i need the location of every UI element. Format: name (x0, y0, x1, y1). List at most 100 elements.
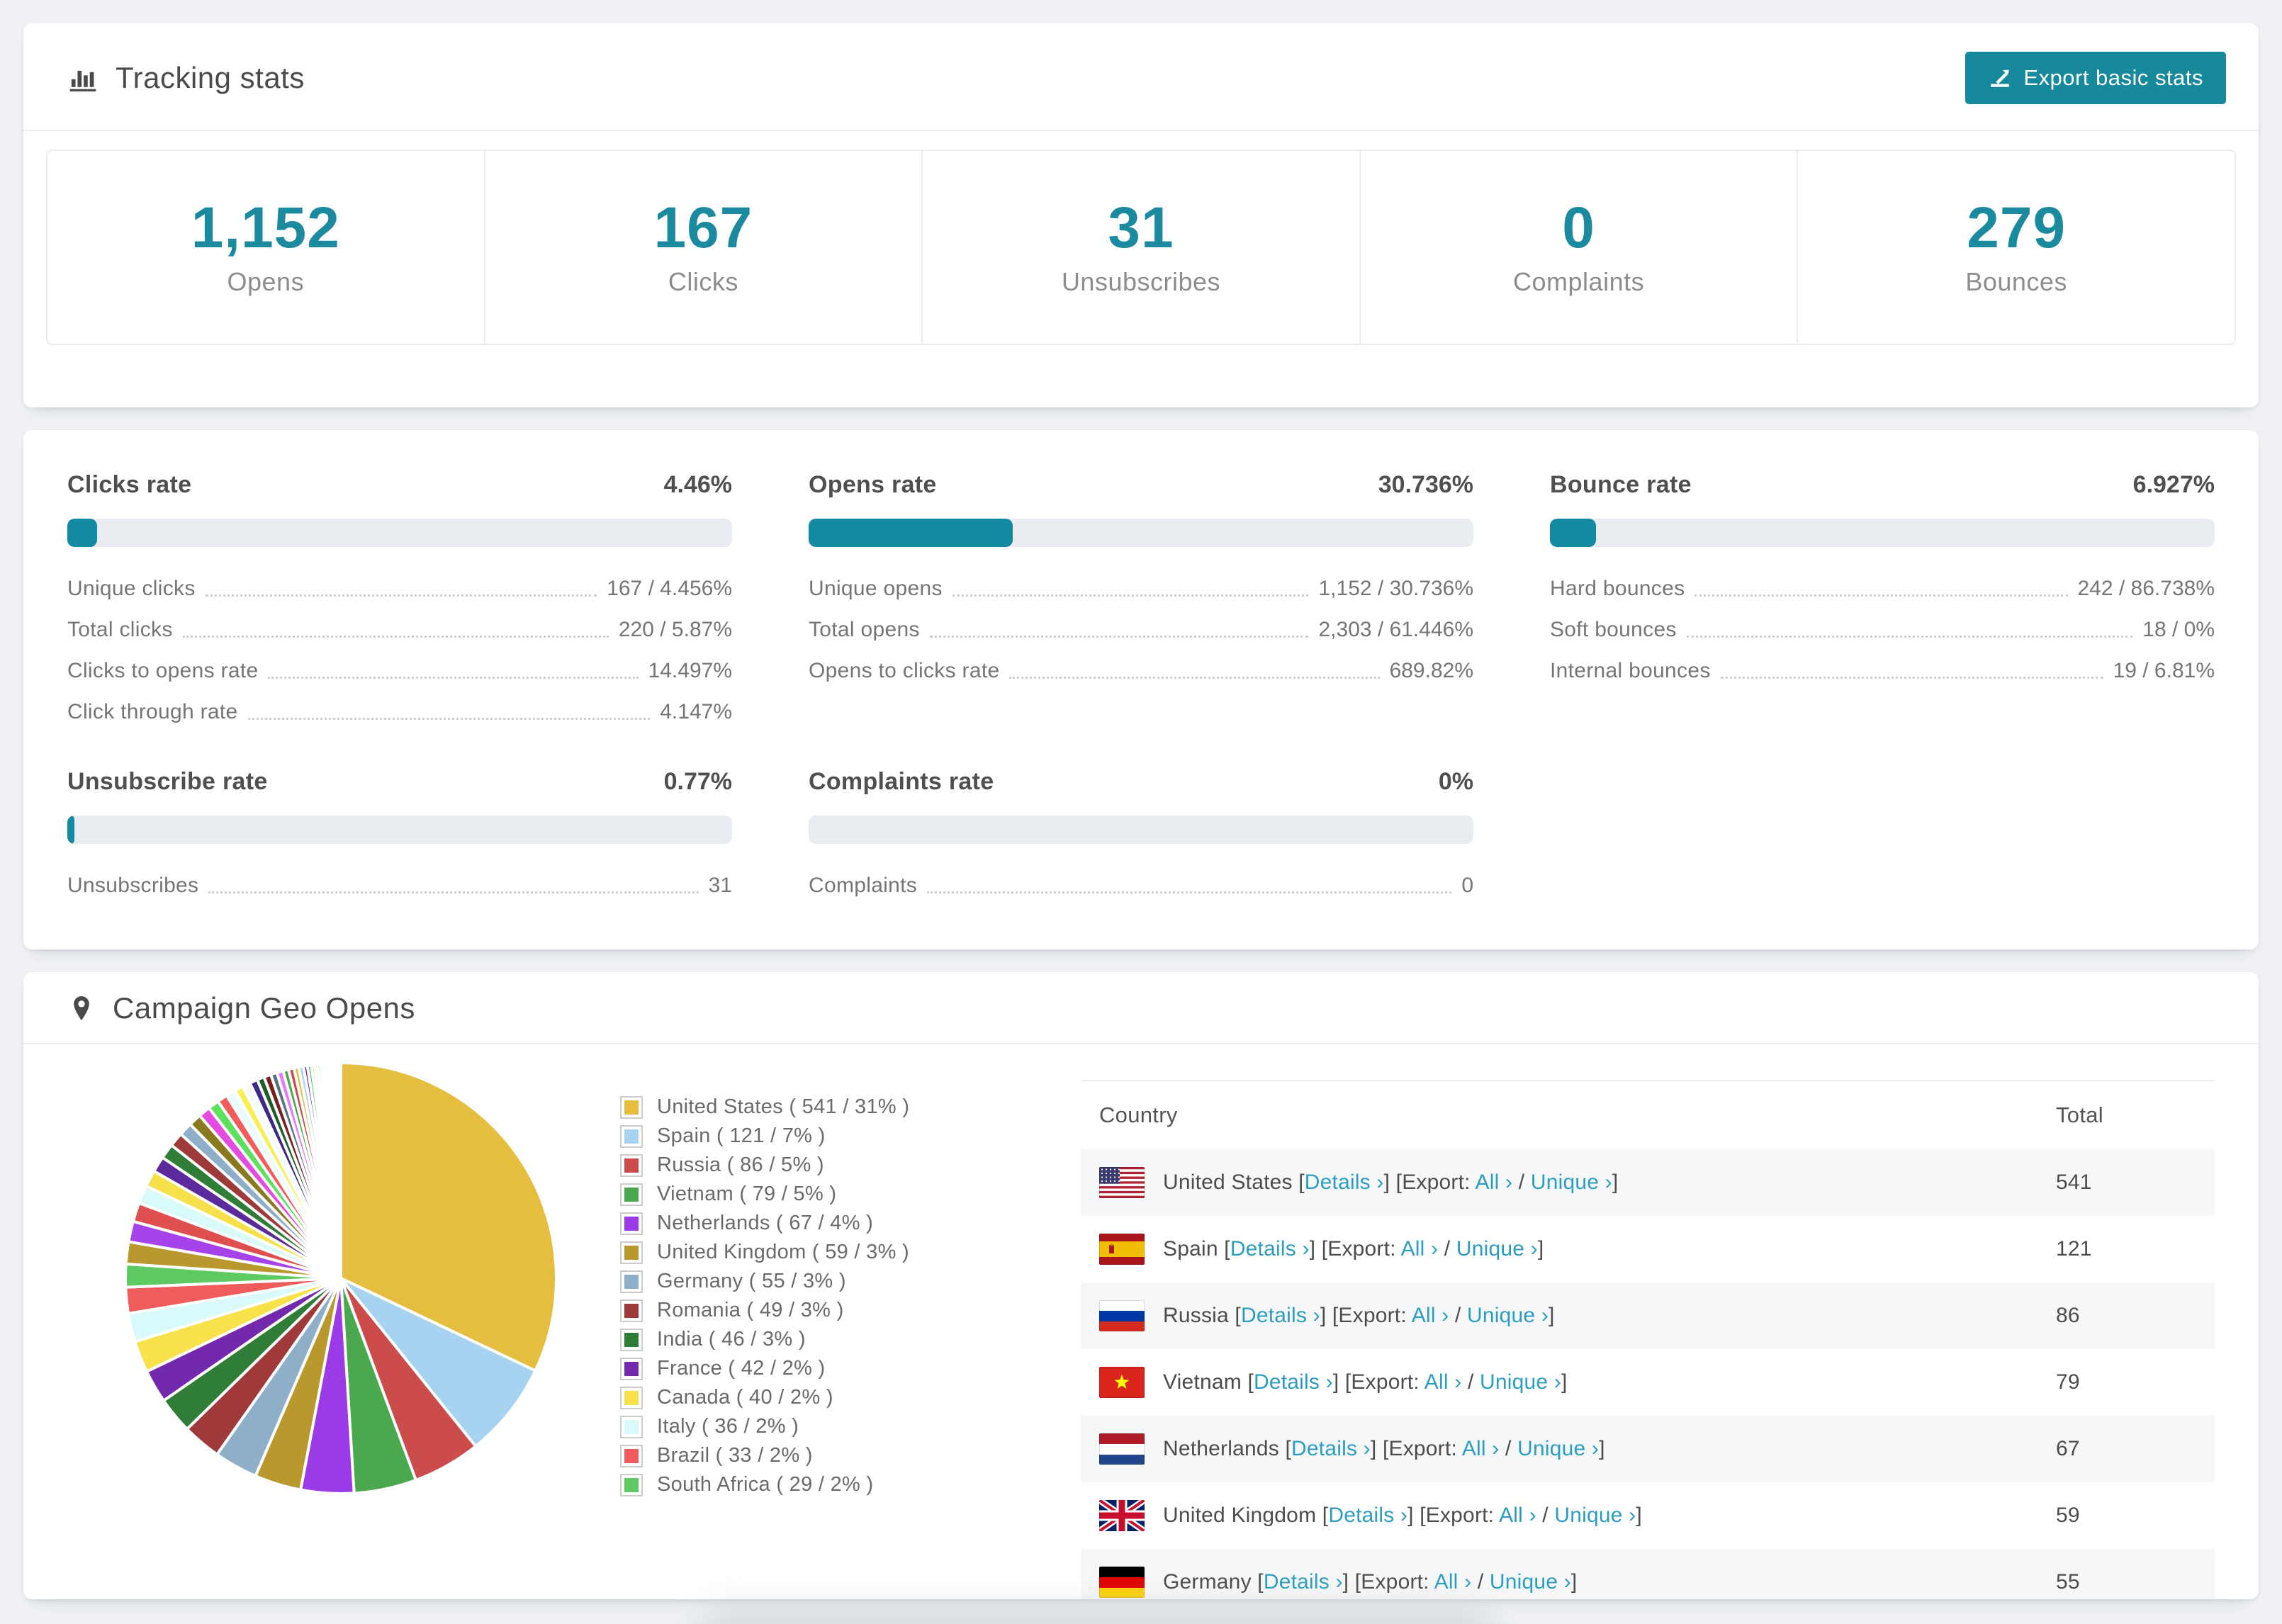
legend-swatch (620, 1357, 643, 1380)
column-header-total: Total (2056, 1103, 2103, 1127)
geo-pie-chart (67, 1051, 620, 1505)
rate-row-value: 0 (1461, 874, 1473, 897)
dotted-leader (952, 594, 1309, 597)
bar-chart-icon (67, 62, 99, 94)
clicks-rate-value: 4.46% (663, 471, 732, 498)
flag-vn (1099, 1367, 1145, 1398)
rate-row-label: Unsubscribes (67, 874, 199, 897)
country-links: United States [Details ›] [Export: All ›… (1163, 1171, 1619, 1194)
stat-label: Clicks (668, 267, 738, 296)
export-all-link[interactable]: All › (1424, 1370, 1462, 1394)
export-basic-stats-button[interactable]: Export basic stats (1965, 52, 2226, 104)
rate-row-label: Click through rate (67, 700, 238, 723)
dotted-leader (205, 594, 597, 597)
country-links: Vietnam [Details ›] [Export: All › / Uni… (1163, 1370, 1568, 1394)
legend-swatch (620, 1124, 643, 1148)
flag-nl (1099, 1433, 1145, 1465)
details-link[interactable]: Details › (1264, 1570, 1343, 1594)
legend-label: United Kingdom ( 59 / 3% ) (657, 1241, 909, 1263)
export-unique-link[interactable]: Unique › (1517, 1437, 1599, 1460)
legend-item: United States ( 541 / 31% ) (620, 1093, 1081, 1122)
dotted-leader (208, 891, 699, 893)
bounce-rate-block: Bounce rate 6.927% Hard bounces 242 / 86… (1550, 471, 2215, 741)
legend-item: South Africa ( 29 / 2% ) (620, 1470, 1081, 1499)
stat-box-clicks: 167 Clicks (483, 151, 922, 344)
country-total: 86 (2056, 1304, 2080, 1327)
opens-rate-block: Opens rate 30.736% Unique opens 1,152 / … (809, 471, 1473, 741)
export-unique-link[interactable]: Unique › (1480, 1370, 1561, 1394)
export-button-label: Export basic stats (2023, 65, 2203, 90)
dotted-leader (1720, 677, 2103, 679)
rate-detail-row: Soft bounces 18 / 0% (1550, 618, 2215, 645)
export-unique-link[interactable]: Unique › (1456, 1237, 1538, 1261)
country-total: 59 (2056, 1504, 2080, 1527)
export-unique-link[interactable]: Unique › (1531, 1171, 1612, 1194)
legend-item: Canada ( 40 / 2% ) (620, 1383, 1081, 1412)
country-cell: United Kingdom [Details ›] [Export: All … (1099, 1500, 2038, 1531)
legend-label: United States ( 541 / 31% ) (657, 1095, 910, 1118)
rate-row-value: 19 / 6.81% (2113, 659, 2215, 682)
legend-swatch (620, 1183, 643, 1206)
rate-detail-row: Internal bounces 19 / 6.81% (1550, 659, 2215, 686)
legend-swatch (620, 1299, 643, 1322)
complaints-rate-value: 0% (1438, 768, 1473, 795)
details-link[interactable]: Details › (1230, 1237, 1310, 1261)
rate-row-value: 689.82% (1389, 659, 1473, 682)
clicks-rate-block: Clicks rate 4.46% Unique clicks 167 / 4.… (67, 471, 732, 741)
clicks-rate-title: Clicks rate (67, 471, 192, 498)
stat-value: 279 (1967, 196, 2067, 260)
rate-row-value: 2,303 / 61.446% (1318, 618, 1473, 641)
rate-detail-row: Unsubscribes 31 (67, 874, 732, 901)
country-cell: United States [Details ›] [Export: All ›… (1099, 1167, 2038, 1198)
dotted-leader (929, 636, 1309, 638)
stat-label: Unsubscribes (1061, 267, 1221, 296)
details-link[interactable]: Details › (1241, 1304, 1320, 1327)
export-all-link[interactable]: All › (1462, 1437, 1500, 1460)
export-all-link[interactable]: All › (1499, 1504, 1536, 1527)
country-total: 55 (2056, 1570, 2080, 1594)
rate-row-label: Hard bounces (1550, 577, 1685, 600)
flag-de (1099, 1567, 1145, 1598)
rate-row-label: Total clicks (67, 618, 173, 641)
opens-rate-title: Opens rate (809, 471, 937, 498)
export-unique-link[interactable]: Unique › (1490, 1570, 1571, 1594)
legend-swatch (620, 1154, 643, 1177)
details-link[interactable]: Details › (1328, 1504, 1407, 1527)
geo-table-row-gb: United Kingdom [Details ›] [Export: All … (1081, 1482, 2215, 1549)
geo-opens-table: Country Total United States [Details ›] … (1081, 1080, 2215, 1599)
pie-legend: United States ( 541 / 31% ) Spain ( 121 … (620, 1093, 1081, 1499)
export-unique-link[interactable]: Unique › (1554, 1504, 1636, 1527)
dotted-leader (1686, 636, 2133, 638)
rate-detail-row: Click through rate 4.147% (67, 700, 732, 727)
bounce-rate-title: Bounce rate (1550, 471, 1692, 498)
rate-row-label: Complaints (809, 874, 918, 897)
geo-opens-title: Campaign Geo Opens (113, 991, 415, 1025)
flag-es (1099, 1234, 1145, 1265)
legend-item: Germany ( 55 / 3% ) (620, 1267, 1081, 1296)
export-all-link[interactable]: All › (1401, 1237, 1439, 1261)
rate-row-value: 242 / 86.738% (2077, 577, 2215, 600)
details-link[interactable]: Details › (1291, 1437, 1371, 1460)
stat-box-bounces: 279 Bounces (1797, 151, 2235, 344)
rate-row-label: Unique opens (809, 577, 943, 600)
export-unique-link[interactable]: Unique › (1467, 1304, 1548, 1327)
unsubscribe-rate-title: Unsubscribe rate (67, 768, 268, 795)
country-cell: Netherlands [Details ›] [Export: All › /… (1099, 1433, 2038, 1465)
complaints-rate-title: Complaints rate (809, 768, 994, 795)
complaints-rate-block: Complaints rate 0% Complaints 0 (809, 768, 1473, 915)
details-link[interactable]: Details › (1305, 1171, 1384, 1194)
stat-summary-row: 1,152 Opens 167 Clicks 31 Unsubscribes 0 Co… (46, 150, 2236, 345)
export-all-link[interactable]: All › (1434, 1570, 1472, 1594)
country-links: Russia [Details ›] [Export: All › / Uniq… (1163, 1304, 1555, 1327)
export-all-link[interactable]: All › (1476, 1171, 1513, 1194)
export-all-link[interactable]: All › (1412, 1304, 1449, 1327)
legend-label: Netherlands ( 67 / 4% ) (657, 1212, 874, 1234)
legend-swatch (620, 1386, 643, 1409)
legend-label: Canada ( 40 / 2% ) (657, 1386, 833, 1409)
legend-label: Spain ( 121 / 7% ) (657, 1124, 826, 1147)
rate-row-label: Internal bounces (1550, 659, 1711, 682)
stat-value: 31 (1108, 196, 1174, 260)
details-link[interactable]: Details › (1254, 1370, 1333, 1394)
rate-row-value: 4.147% (660, 700, 732, 723)
legend-swatch (620, 1415, 643, 1438)
